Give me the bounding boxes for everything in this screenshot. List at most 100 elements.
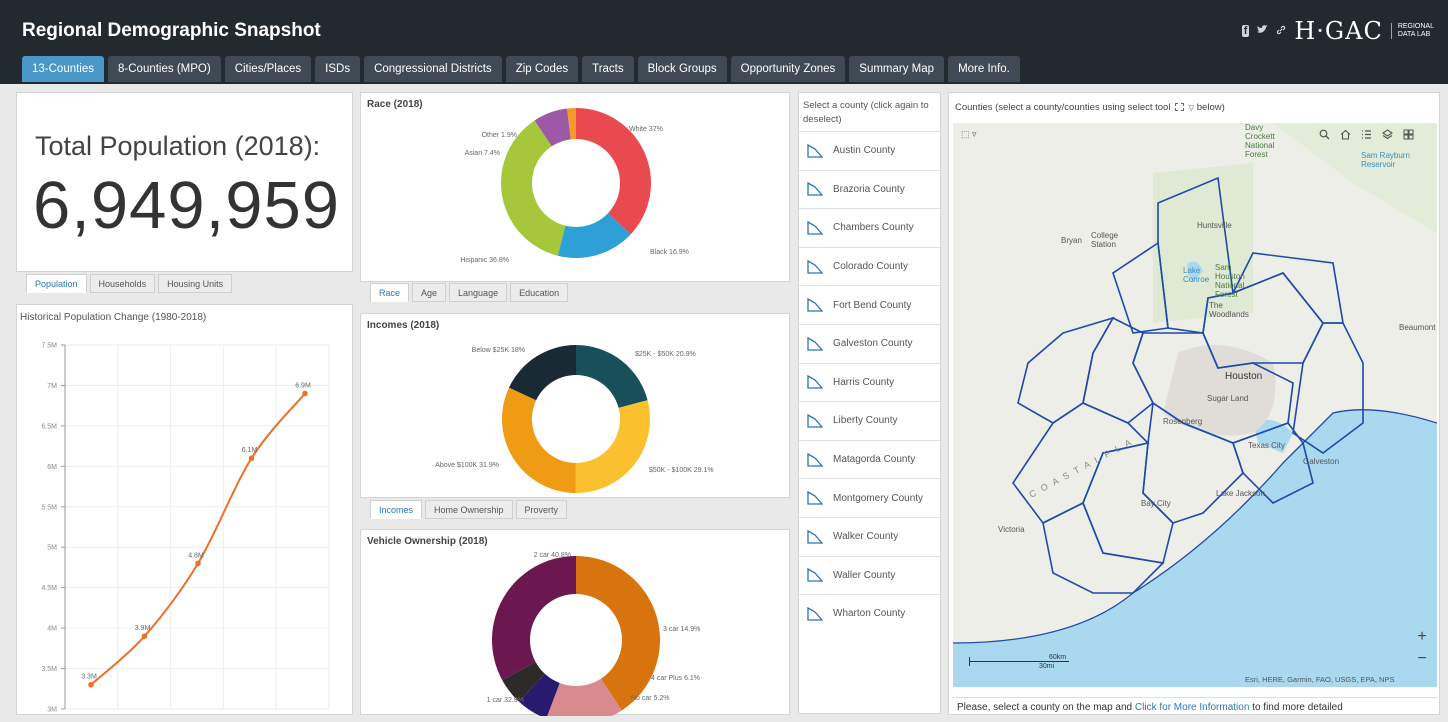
subtab-language[interactable]: Language — [449, 283, 508, 302]
link-icon[interactable] — [1276, 25, 1286, 38]
county-item[interactable]: Fort Bend County — [799, 285, 940, 324]
county-item-label: Galveston County — [833, 338, 913, 350]
subtab-incomes[interactable]: Incomes — [370, 500, 423, 519]
main-tabs: 13-Counties 8-Counties (MPO) Cities/Plac… — [22, 56, 1020, 82]
polygon-icon — [807, 259, 823, 274]
donut-slice-label: 2 car 40.8% — [534, 552, 571, 559]
subtab-housing-units[interactable]: Housing Units — [158, 274, 233, 293]
place-college-station: College Station — [1091, 231, 1119, 249]
subtab-population[interactable]: Population — [26, 274, 87, 293]
tab-congressional-districts[interactable]: Congressional Districts — [364, 56, 502, 82]
place-texas-city: Texas City — [1248, 441, 1285, 450]
donut-slice-label: 1 car 32.9% — [487, 697, 524, 704]
county-item[interactable]: Colorado County — [799, 246, 940, 286]
race-subtabs: Race Age Language Education — [370, 283, 569, 302]
donut-slice-label: $50K - $100K 29.1% — [649, 467, 714, 474]
place-davy-crockett-national-forest: Davy Crockett National Forest — [1245, 123, 1275, 159]
place-rosenberg: Rosenberg — [1163, 417, 1203, 426]
tab-cities-places[interactable]: Cities/Places — [224, 56, 312, 82]
y-tick-label: 4.5M — [41, 585, 57, 592]
place-sam-rayburn-reservoir: Sam Rayburn Reservoir — [1361, 151, 1410, 169]
map-footer-text: Please, select a county on the map and C… — [953, 697, 1437, 715]
more-info-link[interactable]: Click for More Information — [1135, 702, 1249, 713]
twitter-icon[interactable] — [1257, 25, 1269, 37]
polygon-icon — [807, 298, 823, 312]
y-tick-label: 6M — [47, 464, 57, 471]
y-tick-label: 7M — [47, 383, 57, 390]
total-population-panel: Total Population (2018): 6,949,959 — [16, 92, 353, 272]
tab-tracts[interactable]: Tracts — [582, 56, 634, 82]
county-item-label: Colorado County — [833, 261, 909, 273]
tab-13-counties[interactable]: 13-Counties — [22, 56, 105, 82]
zoom-in-button[interactable]: + — [1413, 627, 1431, 647]
place-lake-jackson: Lake Jackson — [1216, 489, 1265, 498]
tab-isds[interactable]: ISDs — [315, 56, 361, 82]
home-icon[interactable] — [1340, 129, 1351, 143]
vehicle-panel: Vehicle Ownership (2018) 2 car 40.8% 3 ca… — [360, 529, 790, 716]
county-item[interactable]: Walker County — [799, 516, 940, 556]
population-point[interactable] — [88, 681, 94, 688]
county-item-label: Liberty County — [833, 415, 898, 427]
county-item[interactable]: Matagorda County — [799, 439, 940, 479]
county-item[interactable]: Brazoria County — [799, 169, 940, 209]
county-item[interactable]: Waller County — [799, 555, 940, 595]
tab-8-counties-mpo[interactable]: 8-Counties (MPO) — [108, 56, 221, 82]
polygon-icon — [807, 606, 823, 621]
donut-slice-label: Black 16.9% — [650, 249, 689, 256]
county-item[interactable]: Wharton County — [799, 594, 940, 633]
y-tick-label: 5.5M — [41, 504, 57, 511]
basemap-gallery-icon[interactable] — [1403, 129, 1414, 143]
population-point[interactable] — [302, 390, 308, 397]
layers-icon[interactable] — [1382, 129, 1393, 143]
subtab-households[interactable]: Households — [89, 274, 156, 293]
place-galveston: Galveston — [1303, 457, 1340, 466]
donut-slice-label: Asian 7.4% — [465, 150, 500, 157]
polygon-icon — [807, 182, 823, 197]
county-map[interactable]: Huntsville Bryan College Station The Woo… — [953, 123, 1437, 687]
donut-slice-label: $25K - $50K 20.9% — [635, 351, 696, 358]
population-data-label: 4.8M — [188, 552, 204, 559]
donut-slice[interactable] — [492, 556, 576, 681]
y-tick-label: 3M — [47, 707, 57, 714]
search-icon[interactable] — [1319, 129, 1330, 143]
population-point[interactable] — [248, 455, 255, 462]
tab-more-info[interactable]: More Info. — [948, 56, 1020, 82]
polygon-icon — [807, 529, 823, 544]
county-item[interactable]: Galveston County — [799, 323, 940, 363]
county-item[interactable]: Austin County — [799, 131, 940, 170]
population-point[interactable] — [195, 560, 201, 567]
subtab-education[interactable]: Education — [510, 283, 569, 302]
subtab-age[interactable]: Age — [412, 283, 447, 302]
forest-area — [1153, 163, 1253, 323]
county-item-label: Wharton County — [833, 608, 906, 620]
county-item[interactable]: Montgomery County — [799, 478, 940, 517]
population-data-label: 3.9M — [135, 625, 151, 632]
tab-zip-codes[interactable]: Zip Codes — [505, 56, 579, 82]
incomes-subtabs: Incomes Home Ownership Proverty — [370, 500, 568, 519]
donut-slice[interactable] — [502, 387, 576, 493]
place-the-woodlands: The Woodlands — [1209, 301, 1249, 319]
race-donut-chart: White 37% Black 16.9% Hispanic 36.8% Asian … — [460, 108, 689, 264]
county-item-label: Waller County — [833, 569, 896, 581]
y-tick-label: 3.5M — [41, 666, 57, 673]
zoom-out-button[interactable]: − — [1413, 649, 1431, 669]
legend-icon[interactable] — [1361, 129, 1372, 143]
subtab-race[interactable]: Race — [370, 283, 410, 302]
place-beaumont: Beaumont — [1399, 323, 1436, 332]
county-item[interactable]: Harris County — [799, 362, 940, 402]
polygon-icon — [807, 413, 823, 428]
subtab-proverty[interactable]: Proverty — [515, 500, 568, 519]
population-point[interactable] — [141, 633, 148, 639]
vehicle-donut-chart: 2 car 40.8% 3 car 14.9% 4 car Plus 6.1% No … — [487, 552, 700, 716]
tab-summary-map[interactable]: Summary Map — [849, 56, 945, 82]
polygon-icon — [807, 220, 823, 235]
tab-block-groups[interactable]: Block Groups — [637, 56, 727, 82]
donut-slice-label: 4 car Plus 6.1% — [651, 675, 700, 682]
subtab-home-ownership[interactable]: Home Ownership — [425, 500, 513, 519]
county-item[interactable]: Chambers County — [799, 208, 940, 247]
county-item[interactable]: Liberty County — [799, 401, 940, 440]
select-tool-button[interactable]: ⬚ ▿ — [961, 129, 977, 140]
facebook-icon[interactable]: f — [1241, 25, 1250, 37]
donut-slice[interactable] — [575, 400, 650, 493]
tab-opportunity-zones[interactable]: Opportunity Zones — [730, 56, 846, 82]
